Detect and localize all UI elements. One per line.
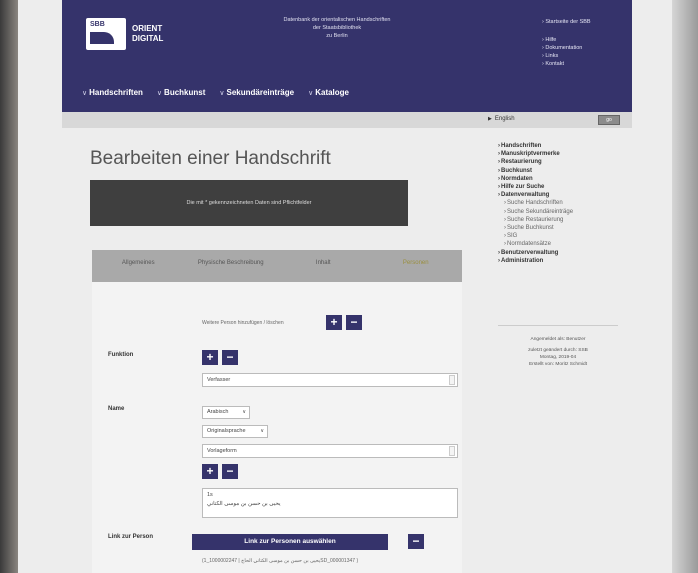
language-go-button[interactable]: go <box>598 115 620 125</box>
link-dokumentation[interactable]: › Dokumentation <box>542 44 591 52</box>
info-box: Die mit * gekennzeichneten Daten sind Pf… <box>90 180 408 226</box>
sidebar-item-manuskriptvermerke[interactable]: Manuskriptvermerke <box>498 150 618 158</box>
tab-inhalt[interactable]: Inhalt <box>277 250 370 282</box>
vorlageform-field[interactable]: Vorlageform <box>202 444 458 458</box>
link-hilfe[interactable]: › Hilfe <box>542 36 591 44</box>
original-language-select[interactable]: Originalsprache <box>202 425 268 438</box>
sidebar-item-benutzerverwaltung[interactable]: Benutzerverwaltung <box>498 249 618 257</box>
select-person-link-button[interactable]: Link zur Personen auswählen <box>192 534 388 550</box>
remove-name-button[interactable]: − <box>222 464 238 479</box>
sidebar-item-normdaten[interactable]: Normdaten <box>498 175 618 183</box>
sidebar-item-datenverwaltung[interactable]: Datenverwaltung <box>498 191 618 199</box>
add-person-text: Weitere Person hinzufügen / löschen <box>202 320 284 326</box>
sidebar-item-administration[interactable]: Administration <box>498 257 618 265</box>
sidebar-divider <box>498 325 618 326</box>
language-select[interactable]: English <box>488 116 515 122</box>
screen-left-edge <box>0 0 18 573</box>
add-funktion-button[interactable]: + <box>202 350 218 365</box>
link-links[interactable]: › Links <box>542 52 591 60</box>
logo-text-digital: DIGITAL <box>132 34 164 43</box>
tab-allgemeines[interactable]: Allgemeines <box>92 250 185 282</box>
sidebar-item-hilfe[interactable]: Hilfe zur Suche <box>498 183 618 191</box>
nav-buchkunst[interactable]: Buchkunst <box>157 88 205 97</box>
language-bar: English go <box>62 112 632 128</box>
main-nav: Handschriften Buchkunst Sekundäreinträge… <box>82 88 349 97</box>
sidebar-item-suche-handschriften[interactable]: Suche Handschriften <box>498 199 618 207</box>
nav-handschriften[interactable]: Handschriften <box>82 88 143 97</box>
browser-page: SBB ORIENT DIGITAL Datenbank der orienta… <box>18 0 672 573</box>
name-label: Name <box>108 406 125 412</box>
sidebar-item-suche-sekundaereintraege[interactable]: Suche Sekundäreinträge <box>498 208 618 216</box>
add-name-button[interactable]: + <box>202 464 218 479</box>
tab-physische-beschreibung[interactable]: Physische Beschreibung <box>185 250 278 282</box>
site-header: SBB ORIENT DIGITAL Datenbank der orienta… <box>62 0 632 112</box>
sidebar-item-normdatensaetze[interactable]: Normdatensätze <box>498 240 618 248</box>
page-title: Bearbeiten einer Handschrift <box>90 148 331 169</box>
nav-sekundaereintraege[interactable]: Sekundäreinträge <box>219 88 295 97</box>
tab-personen[interactable]: Personen <box>370 250 463 282</box>
link-startseite[interactable]: › Startseite der SBB <box>542 18 591 26</box>
person-form: Weitere Person hinzufügen / löschen + − … <box>92 282 462 573</box>
remove-funktion-button[interactable]: − <box>222 350 238 365</box>
sidebar-item-handschriften[interactable]: Handschriften <box>498 142 618 150</box>
site-title: Datenbank der orientalischen Handschrift… <box>283 17 391 39</box>
link-kontakt[interactable]: › Kontakt <box>542 60 591 68</box>
sbb-logo-icon: SBB <box>86 18 126 50</box>
sidebar-item-buchkunst[interactable]: Buchkunst <box>498 167 618 175</box>
linked-person-record: (يحيى بن حسن بن موسى الكتاني الحاج | 100… <box>202 558 359 564</box>
sidebar-item-restaurierung[interactable]: Restaurierung <box>498 158 618 166</box>
funktion-label: Funktion <box>108 352 134 358</box>
link-zur-person-label: Link zur Person <box>108 534 154 540</box>
sbb-orient-digital-logo[interactable]: SBB ORIENT DIGITAL <box>86 18 163 50</box>
sidebar-item-suche-restaurierung[interactable]: Suche Restaurierung <box>498 216 618 224</box>
remove-link-button[interactable]: − <box>408 534 424 549</box>
nav-kataloge[interactable]: Kataloge <box>308 88 349 97</box>
add-person-button[interactable]: + <box>326 315 342 330</box>
header-quicklinks: › Startseite der SBB › Hilfe › Dokumenta… <box>542 18 591 68</box>
sidebar-item-suche-buchkunst[interactable]: Suche Buchkunst <box>498 224 618 232</box>
remove-person-button[interactable]: − <box>346 315 362 330</box>
form-tabs: Allgemeines Physische Beschreibung Inhal… <box>92 250 462 282</box>
screen-right-edge <box>672 0 698 573</box>
funktion-field[interactable]: Verfasser <box>202 373 458 387</box>
script-select[interactable]: Arabisch <box>202 406 250 419</box>
logo-text-orient: ORIENT <box>132 24 163 33</box>
user-info: Angemeldet als: Benutzer zuletzt geänder… <box>528 337 588 367</box>
name-textarea[interactable]: 1s يحيى بن حسن بن موسى الكتاني <box>202 488 458 518</box>
sidebar-item-sig[interactable]: SIG <box>498 232 618 240</box>
sidebar-nav: Handschriften Manuskriptvermerke Restaur… <box>498 142 618 265</box>
